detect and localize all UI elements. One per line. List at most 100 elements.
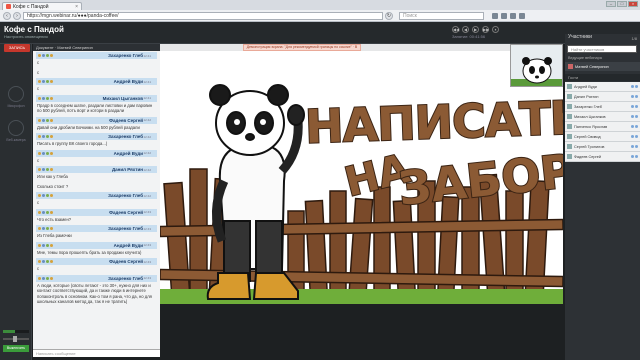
maximize-button[interactable]: □ <box>617 1 627 7</box>
message-action-icons[interactable] <box>38 227 53 230</box>
download-icon[interactable] <box>501 12 507 19</box>
mic-toggle-button[interactable]: Выключить <box>3 345 29 352</box>
message-author-bar: Захаренко Глеб 12:41 <box>36 52 157 59</box>
guest-row[interactable]: Фадеев Сергей <box>565 152 640 162</box>
message-action-icons[interactable] <box>38 194 53 197</box>
app-subtitle[interactable]: Настроить оповещения <box>4 34 48 39</box>
message-author[interactable]: Захаренко Глеб <box>108 53 143 58</box>
message-text: А люди, которые (своты летают - это 30+,… <box>37 282 152 305</box>
toolbar-icons <box>492 12 525 19</box>
play-icon[interactable]: ▶ <box>472 26 479 33</box>
guest-row[interactable]: Андрей Вуди <box>565 82 640 92</box>
message-action-icons[interactable] <box>38 80 53 83</box>
tab-close-icon[interactable]: × <box>75 4 78 10</box>
record-button[interactable]: ЗАПИСЬ <box>4 44 30 52</box>
message-action-icons[interactable] <box>38 96 53 100</box>
pause-icon[interactable]: ⏸ <box>492 26 499 33</box>
avatar <box>567 114 572 119</box>
chat-message: Фадеев Сергей 12:43 Что есть взамен? <box>33 208 160 225</box>
microphone-icon[interactable] <box>8 86 24 102</box>
home-icon[interactable] <box>510 12 516 19</box>
chat-input[interactable]: Написать сообщение <box>33 349 160 357</box>
guest-status-icons[interactable] <box>631 155 638 158</box>
browser-tab[interactable]: Кофе с Пандой × <box>2 2 82 10</box>
message-author[interactable]: Захаренко Глеб <box>108 134 143 139</box>
participant-search-input[interactable]: Найти участников <box>567 45 637 53</box>
volume-slider[interactable] <box>3 336 29 342</box>
bookmark-icon[interactable] <box>492 12 498 19</box>
browser-search-input[interactable]: Поиск <box>399 11 484 20</box>
guest-status-icons[interactable] <box>631 95 638 98</box>
message-action-icons[interactable] <box>38 135 53 138</box>
chat-message: Михаил Цыганков 12:41 Прадр в соседнем шат… <box>33 94 160 116</box>
guest-row[interactable]: Панченко Ярослав <box>565 122 640 132</box>
guest-row[interactable]: Захаренко Глеб <box>565 102 640 112</box>
message-author[interactable]: Михаил Цыганков <box>103 96 143 101</box>
leader-row[interactable]: Матвей Северинин <box>565 62 640 71</box>
screen-share-notice[interactable]: Демонстрация экрана: "Для рекомендуемой … <box>243 44 361 54</box>
chat-panel: Документ · Матвей Северинин Захаренко Гл… <box>33 44 160 349</box>
guest-status-icons[interactable] <box>631 105 638 108</box>
message-action-icons[interactable] <box>38 168 53 171</box>
reload-icon[interactable]: ↻ <box>385 11 393 20</box>
prev-icon[interactable]: ◀ <box>462 26 469 33</box>
address-bar[interactable]: https://mgn.webinar.ru/●●●/panda-coffee/ <box>23 11 383 20</box>
message-action-icons[interactable] <box>38 151 53 155</box>
guest-status-icons[interactable] <box>631 145 638 148</box>
forward-icon[interactable]: ▶▶ <box>482 26 489 33</box>
participants-count: 1/8 <box>631 36 637 41</box>
guest-status-icons[interactable] <box>631 125 638 128</box>
rewind-icon[interactable]: ◀◀ <box>452 26 459 33</box>
guest-status-icons[interactable] <box>631 115 638 118</box>
message-author[interactable]: Захаренко Глеб <box>108 193 143 198</box>
guest-status-icons[interactable] <box>631 85 638 88</box>
minimize-button[interactable]: – <box>606 1 616 7</box>
message-author-bar: Захаренко Глеб 12:42 <box>36 133 157 140</box>
message-author[interactable]: Андрей Вуди <box>114 151 143 156</box>
message-action-icons[interactable] <box>38 276 53 280</box>
message-author[interactable]: Фадеев Сергей <box>109 210 143 215</box>
message-author[interactable]: Андрей Вуди <box>114 243 143 248</box>
message-action-icons[interactable] <box>38 54 53 57</box>
message-author-bar: Андрей Вуди 12:43 <box>36 241 157 249</box>
guest-row[interactable]: Михаил Цыганков <box>565 112 640 122</box>
chat-message: Фадеев Сергей 12:43 с <box>33 257 160 274</box>
guest-name: Панченко Ярослав <box>574 124 608 129</box>
message-action-icons[interactable] <box>38 210 53 214</box>
message-text: Сколько стоит ? <box>37 183 69 189</box>
webcam-preview[interactable] <box>510 44 563 87</box>
chat-message: с <box>33 68 160 78</box>
message-text: с <box>37 86 40 91</box>
guest-status-icons[interactable] <box>631 135 638 138</box>
back-icon[interactable]: ‹ <box>3 11 11 20</box>
menu-icon[interactable] <box>519 12 525 19</box>
message-author[interactable]: Андрей Вуди <box>114 79 143 84</box>
message-action-icons[interactable] <box>38 260 53 263</box>
message-time: 12:41 <box>143 53 151 58</box>
guest-row[interactable]: Данил Ряхтин <box>565 92 640 102</box>
guest-name: Михаил Цыганков <box>574 114 606 119</box>
message-author[interactable]: Захаренко Глеб <box>108 276 143 281</box>
chat-message-list: Захаренко Глеб 12:41 с с Андрей Вуди 12:41 с Ми… <box>33 51 160 307</box>
message-author[interactable]: Фадеев Сергей <box>109 259 143 264</box>
message-time: 12:42 <box>143 134 151 139</box>
microphone-label: Микрофон <box>7 104 25 108</box>
message-time: 12:43 <box>143 243 151 247</box>
message-author[interactable]: Данил Ряхтин <box>112 167 143 172</box>
volume-meter <box>3 330 29 333</box>
close-button[interactable]: × <box>628 1 638 7</box>
guest-row[interactable]: Сергей Тропилов <box>565 142 640 152</box>
webcam-icon[interactable] <box>8 120 24 136</box>
message-action-icons[interactable] <box>38 243 53 247</box>
message-author[interactable]: Захаренко Глеб <box>108 226 143 231</box>
guest-row[interactable]: Сергей Свивод <box>565 132 640 142</box>
message-action-icons[interactable] <box>38 118 53 122</box>
message-text: с <box>37 69 40 75</box>
message-author-bar: Фадеев Сергей 12:43 <box>36 258 157 265</box>
forward-icon[interactable]: › <box>13 11 21 20</box>
webcam-label: Веб-камера <box>6 138 26 142</box>
avatar <box>567 144 572 149</box>
guest-name: Данил Ряхтин <box>574 94 599 99</box>
message-text: с <box>37 266 40 271</box>
message-author[interactable]: Фадеев Сергей <box>109 118 143 123</box>
